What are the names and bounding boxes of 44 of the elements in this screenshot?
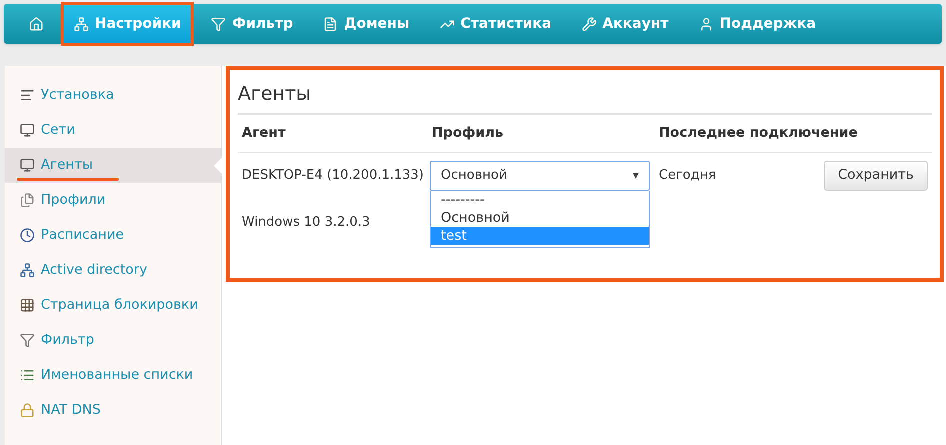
column-header: Последнее подключение xyxy=(659,124,858,143)
filter-icon xyxy=(211,16,226,32)
sidebar-item[interactable]: Страница блокировки xyxy=(5,288,221,323)
document-icon xyxy=(323,16,338,32)
agent-name: DESKTOP-E4 (10.200.1.133) xyxy=(242,166,426,184)
nav-tab[interactable]: Поддержка xyxy=(686,2,830,46)
nav-tab[interactable]: Настройки xyxy=(61,2,194,46)
dropdown-option[interactable]: --------- xyxy=(431,190,649,208)
panel-title: Агенты xyxy=(238,70,932,114)
network-icon xyxy=(74,16,89,32)
sidebar-item[interactable]: Расписание xyxy=(5,218,221,253)
sidebar-item[interactable]: Сети xyxy=(5,113,221,148)
home-icon xyxy=(29,16,44,32)
monitor-icon xyxy=(20,123,35,138)
sidebar-item[interactable]: NAT DNS xyxy=(5,393,221,428)
column-header: Агент xyxy=(241,124,287,143)
wrench-icon xyxy=(582,16,597,32)
network-icon xyxy=(20,263,35,278)
sidebar-item[interactable]: Профили xyxy=(5,183,221,218)
sidebar-item[interactable]: Active directory xyxy=(5,253,221,288)
user-icon xyxy=(698,16,714,32)
last-connection: Сегодня xyxy=(659,166,716,184)
column-header: Профиль xyxy=(431,124,505,143)
documents-icon xyxy=(20,193,35,208)
agent-version: Windows 10 3.2.0.3 xyxy=(242,214,372,232)
dropdown-option[interactable]: Основной xyxy=(431,208,649,226)
save-button[interactable]: Сохранить xyxy=(824,160,928,190)
nav-tab[interactable]: Фильтр xyxy=(198,2,306,46)
clock-icon xyxy=(20,228,35,243)
lines-icon xyxy=(20,88,35,103)
nav-tab[interactable]: Аккаунт xyxy=(568,2,682,46)
sidebar-item[interactable]: Агенты xyxy=(5,148,221,183)
caret-icon xyxy=(633,172,639,178)
sidebar-item[interactable]: Установка xyxy=(5,78,221,113)
wall-icon xyxy=(20,298,35,313)
list-icon xyxy=(20,368,35,383)
nav-tab[interactable]: Домены xyxy=(310,2,423,46)
filter-icon xyxy=(20,333,35,348)
dropdown-option[interactable]: test xyxy=(431,226,649,244)
sidebar-item[interactable]: Фильтр xyxy=(5,323,221,358)
nav-tab[interactable]: Статистика xyxy=(426,2,565,46)
lock-icon xyxy=(20,403,35,418)
monitor-icon xyxy=(20,158,35,173)
sidebar-item[interactable]: Именованные списки xyxy=(5,358,221,393)
